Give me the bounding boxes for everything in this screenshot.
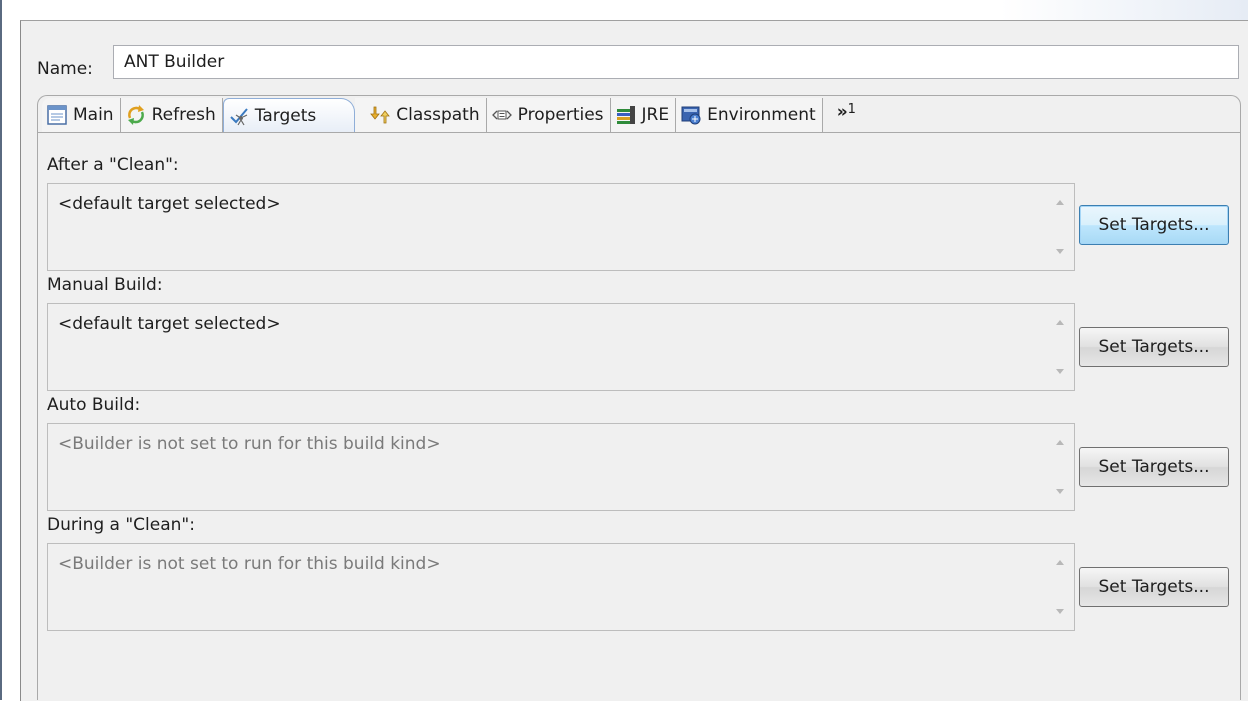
scroll-up-icon[interactable]	[1056, 560, 1064, 565]
main-page-icon	[47, 105, 67, 125]
chevron-icon: »	[836, 102, 848, 122]
properties-icon	[491, 110, 512, 120]
scroll-up-icon[interactable]	[1056, 440, 1064, 445]
tab-strip-divider	[38, 132, 1240, 133]
window-left-border	[0, 0, 2, 700]
targets-value: <default target selected>	[58, 194, 281, 214]
name-input[interactable]	[113, 45, 1239, 79]
tab-refresh-label: Refresh	[151, 105, 216, 125]
set-targets-button-manual-build[interactable]: Set Targets...	[1079, 327, 1229, 367]
scroll-up-icon[interactable]	[1056, 320, 1064, 325]
tab-jre-label: JRE	[641, 105, 670, 125]
tab-strip: Main Refresh Targets Classpath Propertie…	[42, 98, 866, 132]
tab-overflow-chevron[interactable]: » 1	[823, 98, 866, 132]
section-label-auto-build: Auto Build:	[47, 395, 141, 415]
overflow-count: 1	[847, 102, 856, 117]
set-targets-button-during-clean[interactable]: Set Targets...	[1079, 567, 1229, 607]
refresh-icon	[127, 105, 144, 125]
tab-classpath[interactable]: Classpath	[355, 98, 487, 132]
section-label-after-clean: After a "Clean":	[47, 155, 179, 175]
name-label: Name:	[37, 59, 93, 79]
scroll-down-icon[interactable]	[1056, 369, 1064, 374]
tab-targets[interactable]: Targets	[222, 98, 356, 132]
tab-main[interactable]: Main	[42, 98, 121, 132]
scroll-up-icon[interactable]	[1056, 200, 1064, 205]
section-label-manual-build: Manual Build:	[47, 275, 163, 295]
targets-list-auto-build[interactable]: <Builder is not set to run for this buil…	[47, 423, 1075, 511]
scroll-down-icon[interactable]	[1056, 249, 1064, 254]
scroll-down-icon[interactable]	[1056, 489, 1064, 494]
tab-environment[interactable]: Environment	[676, 98, 823, 132]
environment-icon	[681, 106, 701, 125]
tab-classpath-label: Classpath	[396, 105, 480, 125]
targets-list-manual-build[interactable]: <default target selected>	[47, 303, 1075, 391]
tab-jre[interactable]: JRE	[610, 98, 677, 132]
builder-properties-panel: Name: Main Re	[20, 20, 1248, 701]
set-targets-button-auto-build[interactable]: Set Targets...	[1079, 447, 1229, 487]
section-label-during-clean: During a "Clean":	[47, 515, 195, 535]
targets-list-during-clean[interactable]: <Builder is not set to run for this buil…	[47, 543, 1075, 631]
tab-properties[interactable]: Properties	[486, 98, 611, 132]
classpath-icon	[370, 106, 391, 124]
targets-list-after-clean[interactable]: <default target selected>	[47, 183, 1075, 271]
scroll-down-icon[interactable]	[1056, 609, 1064, 614]
targets-value: <Builder is not set to run for this buil…	[58, 434, 441, 454]
name-row: Name:	[37, 51, 103, 87]
set-targets-button-after-clean[interactable]: Set Targets...	[1079, 205, 1229, 245]
jre-icon	[616, 106, 635, 124]
tab-main-label: Main	[73, 105, 114, 125]
targets-value: <Builder is not set to run for this buil…	[58, 554, 441, 574]
tab-environment-label: Environment	[707, 105, 816, 125]
targets-icon	[230, 107, 248, 125]
tab-targets-label: Targets	[254, 105, 317, 126]
tab-refresh[interactable]: Refresh	[120, 98, 223, 132]
tab-properties-label: Properties	[517, 105, 604, 125]
window-top-strip	[0, 0, 1248, 20]
targets-value: <default target selected>	[58, 314, 281, 334]
